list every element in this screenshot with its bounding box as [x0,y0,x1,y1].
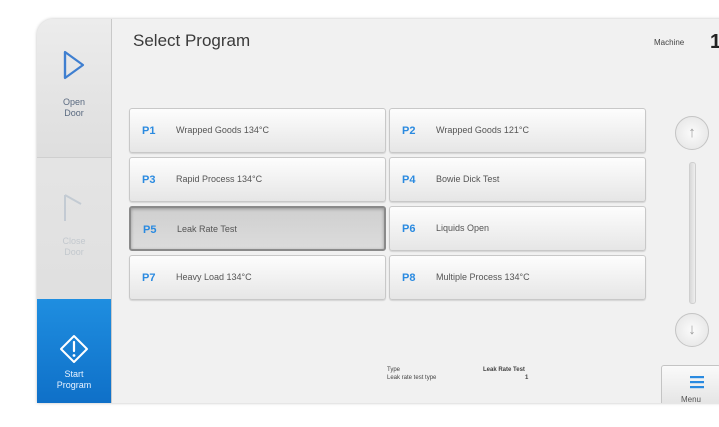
start-program-label-line2: Program [56,380,92,390]
program-name: Heavy Load 134°C [176,272,252,282]
sidebar: Open Door Close Door Start Program [37,19,112,403]
program-name: Multiple Process 134°C [436,272,530,282]
program-id: P3 [142,174,156,186]
scrollbar-track[interactable] [689,162,696,304]
close-door-label: Close Door [37,236,111,258]
program-button-p5[interactable]: P5 Leak Rate Test [129,206,386,251]
program-id: P2 [402,125,416,137]
program-name: Bowie Dick Test [436,174,500,184]
arrow-up-icon: ↑ [688,124,696,141]
program-button-p2[interactable]: P2 Wrapped Goods 121°C [389,108,646,153]
machine-number: 1 [710,31,719,53]
info-type-value: Leak Rate Test [483,367,525,373]
open-door-label-line1: Open [62,97,86,107]
info-leak-key: Leak rate test type [387,375,437,381]
menu-button[interactable]: Menu [661,365,719,403]
program-id: P1 [142,125,156,137]
program-name: Leak Rate Test [177,224,237,234]
scroll-down-button[interactable]: ↓ [675,313,709,347]
menu-label: Menu [680,395,701,403]
page-title: Select Program [133,31,251,50]
program-id: P7 [142,272,156,284]
open-door-icon [61,49,87,86]
menu-icon [690,375,704,394]
program-button-p7[interactable]: P7 Heavy Load 134°C [129,255,386,300]
info-leak-value: 1 [525,375,529,381]
machine-label: Machine [654,38,685,47]
close-door-label-line1: Close [62,236,86,246]
program-button-p8[interactable]: P8 Multiple Process 134°C [389,255,646,300]
program-id: P6 [402,223,416,235]
arrow-down-icon: ↓ [688,321,696,338]
start-program-icon [59,334,89,369]
start-program-button[interactable]: Start Program [37,299,111,403]
program-button-p6[interactable]: P6 Liquids Open [389,206,646,251]
program-button-p1[interactable]: P1 Wrapped Goods 134°C [129,108,386,153]
open-door-button[interactable]: Open Door [37,19,111,158]
program-id: P5 [143,224,157,236]
scroll-up-button[interactable]: ↑ [675,116,709,150]
close-door-icon [59,192,89,229]
program-button-p4[interactable]: P4 Bowie Dick Test [389,157,646,202]
open-door-label: Open Door [37,97,111,119]
program-button-p3[interactable]: P3 Rapid Process 134°C [129,157,386,202]
program-id: P4 [402,174,416,186]
device-screen: Open Door Close Door Start Program Selec… [37,19,719,403]
program-grid: P1 Wrapped Goods 134°C P2 Wrapped Goods … [129,108,647,300]
info-type-key: Type [387,367,401,373]
program-name: Wrapped Goods 121°C [436,125,529,135]
program-name: Rapid Process 134°C [176,174,263,184]
open-door-label-line2: Door [64,108,84,118]
close-door-button[interactable]: Close Door [37,158,111,298]
program-id: P8 [402,272,416,284]
program-name: Liquids Open [436,223,490,233]
program-name: Wrapped Goods 134°C [176,125,269,135]
close-door-label-line2: Door [64,247,84,257]
start-program-label: Start Program [37,369,111,391]
start-program-label-line1: Start [64,369,84,379]
